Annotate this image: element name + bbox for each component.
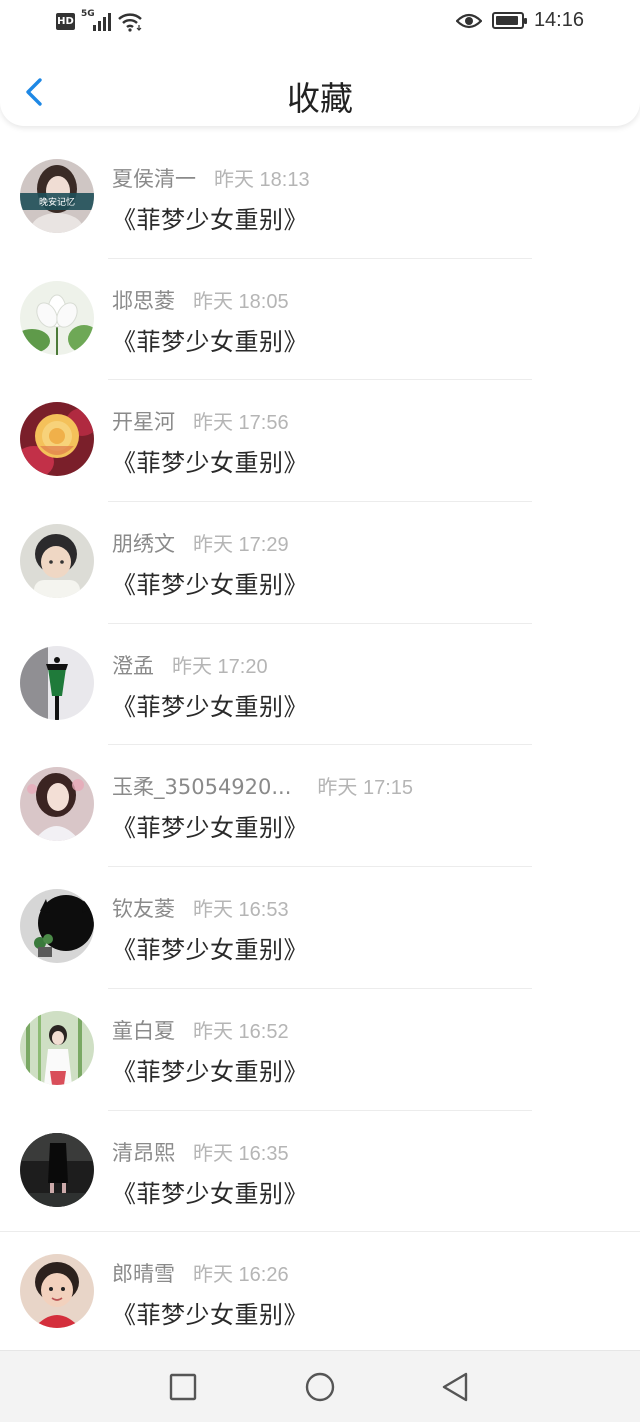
divider (108, 744, 532, 746)
user-name: 开星河 (112, 410, 175, 435)
avatar[interactable] (20, 1010, 94, 1085)
divider (108, 501, 532, 503)
status-bar: HD 5G 14:16 (0, 0, 640, 44)
avatar[interactable] (20, 1132, 94, 1207)
system-nav-bar (0, 1350, 640, 1422)
avatar[interactable] (20, 767, 94, 842)
cellular-signal-icon: 5G (81, 9, 111, 32)
favorite-item[interactable]: 开星河 昨天 17:56 《菲梦少女重别》 (0, 379, 640, 501)
avatar[interactable] (20, 524, 94, 599)
avatar[interactable] (20, 889, 94, 964)
user-name: 邶思菱 (112, 288, 175, 313)
favorite-item[interactable]: 澄孟 昨天 17:20 《菲梦少女重别》 (0, 622, 640, 745)
divider (108, 987, 532, 989)
page-title: 收藏 (287, 79, 353, 118)
timestamp: 昨天 17:29 (193, 534, 289, 557)
status-time: 14:16 (533, 9, 584, 31)
timestamp: 昨天 16:52 (193, 1020, 289, 1043)
timestamp: 昨天 16:26 (193, 1264, 289, 1287)
back-triangle-icon[interactable] (440, 1371, 472, 1403)
user-name: 夏侯清一 (112, 167, 196, 191)
avatar-caption: 晚安记忆 (39, 196, 75, 208)
favorite-title: 《菲梦少女重别》 (112, 449, 308, 478)
user-name: 清昂熙 (112, 1140, 175, 1165)
favorite-title: 《菲梦少女重别》 (112, 1057, 308, 1086)
timestamp: 昨天 17:15 (317, 777, 414, 800)
divider (108, 379, 532, 381)
user-name: 朋绣文 (112, 532, 175, 557)
avatar[interactable]: 晚安记忆 (20, 159, 94, 233)
user-name: 钦友菱 (112, 897, 175, 922)
favorite-title: 《菲梦少女重别》 (112, 1301, 308, 1330)
timestamp: 昨天 16:35 (193, 1142, 289, 1165)
favorite-item[interactable]: 邶思菱 昨天 18:05 《菲梦少女重别》 (0, 257, 640, 380)
timestamp: 昨天 17:56 (193, 412, 289, 435)
user-name: 澄孟 (112, 653, 154, 678)
favorite-item[interactable]: 童白夏 昨天 16:52 《菲梦少女重别》 (0, 987, 640, 1110)
home-circle-icon[interactable] (304, 1371, 336, 1403)
status-right: 14:16 (455, 9, 584, 32)
favorite-item[interactable]: 钦友菱 昨天 16:53 《菲梦少女重别》 (0, 866, 640, 988)
avatar[interactable] (20, 402, 94, 477)
avatar[interactable] (20, 280, 94, 355)
favorite-item[interactable]: 朋绣文 昨天 17:29 《菲梦少女重别》 (0, 501, 640, 623)
user-name: 玉柔_35054920... (112, 775, 292, 800)
favorite-title: 《菲梦少女重别》 (112, 1179, 308, 1208)
favorite-title: 《菲梦少女重别》 (112, 936, 308, 965)
favorite-title: 《菲梦少女重别》 (112, 327, 308, 356)
hd-icon: HD (56, 12, 75, 30)
favorites-list: 晚安记忆 夏侯清一 昨天 18:13 《菲梦少女重别》 邶思菱 昨天 18:05 (0, 136, 640, 1353)
divider (108, 257, 532, 259)
timestamp: 昨天 16:53 (193, 899, 289, 922)
user-name: 童白夏 (112, 1018, 175, 1043)
user-name: 郎晴雪 (112, 1262, 175, 1287)
favorite-item[interactable]: 晚安记忆 夏侯清一 昨天 18:13 《菲梦少女重别》 (0, 136, 640, 258)
timestamp: 昨天 18:13 (214, 169, 310, 191)
status-left: HD 5G (56, 9, 143, 32)
avatar[interactable] (20, 1254, 94, 1329)
recent-apps-square-icon[interactable] (167, 1371, 199, 1403)
timestamp: 昨天 17:20 (172, 655, 268, 678)
favorite-item[interactable]: 郎晴雪 昨天 16:26 《菲梦少女重别》 (0, 1231, 640, 1353)
favorite-title: 《菲梦少女重别》 (112, 814, 308, 843)
eye-comfort-icon (455, 13, 482, 28)
divider (108, 866, 532, 868)
divider (0, 1231, 640, 1233)
timestamp: 昨天 18:05 (193, 290, 289, 313)
favorite-title: 《菲梦少女重别》 (112, 206, 308, 234)
app-header: HD 5G 14:16 收藏 (0, 0, 640, 126)
wifi-icon (118, 13, 142, 32)
favorite-item[interactable]: 玉柔_35054920... 昨天 17:15 《菲梦少女重别》 (0, 744, 640, 866)
divider (108, 622, 532, 624)
avatar[interactable] (20, 645, 94, 720)
divider (108, 1109, 532, 1111)
favorite-title: 《菲梦少女重别》 (112, 571, 308, 600)
battery-icon (491, 12, 527, 29)
favorite-item[interactable]: 清昂熙 昨天 16:35 《菲梦少女重别》 (0, 1109, 640, 1232)
favorite-title: 《菲梦少女重别》 (112, 692, 308, 721)
